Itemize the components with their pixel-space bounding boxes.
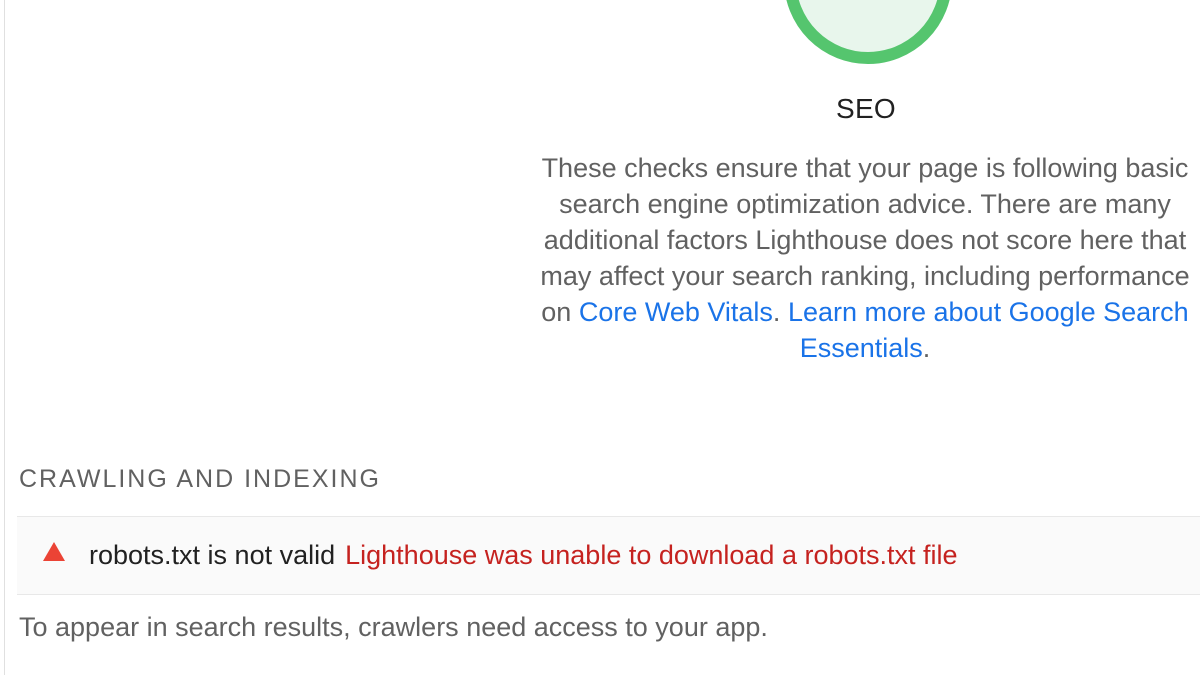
- core-web-vitals-link[interactable]: Core Web Vitals: [579, 297, 773, 327]
- fail-triangle-icon: [43, 542, 65, 561]
- description-line-6: Essentials.: [509, 330, 1200, 366]
- description-line-4: may affect your search ranking, includin…: [540, 261, 1190, 291]
- score-gauge[interactable]: [783, 0, 953, 65]
- left-divider: [4, 0, 5, 675]
- category-title: SEO: [835, 93, 897, 124]
- audit-explanation: Lighthouse was unable to download a robo…: [345, 540, 958, 570]
- group-heading-crawling-indexing: CRAWLING AND INDEXING: [19, 465, 381, 493]
- audit-row-robots-txt[interactable]: robots.txt is not valid Lighthouse was u…: [17, 516, 1200, 595]
- description-separator: .: [772, 297, 788, 327]
- score-gauge-ring-icon: [786, 0, 950, 64]
- audit-description: To appear in search results, crawlers ne…: [19, 612, 768, 642]
- learn-more-link[interactable]: Learn more about Google Search: [788, 297, 1189, 327]
- description-line-3: additional factors Lighthouse does not s…: [543, 225, 1187, 255]
- description-line-2: search engine optimization advice. There…: [559, 189, 1171, 219]
- description-line-1: These checks ensure that your page is fo…: [541, 153, 1189, 183]
- description-line-5: on Core Web Vitals. Learn more about Goo…: [509, 294, 1200, 330]
- description-end-period: .: [922, 333, 931, 363]
- lighthouse-report-frame: SEO These checks ensure that your page i…: [0, 0, 1200, 675]
- description-line-5-prefix: on: [541, 297, 579, 327]
- audit-title: robots.txt is not valid: [89, 540, 336, 570]
- learn-more-link-continued[interactable]: Essentials: [800, 333, 923, 363]
- category-description: These checks ensure that your page is fo…: [509, 150, 1200, 366]
